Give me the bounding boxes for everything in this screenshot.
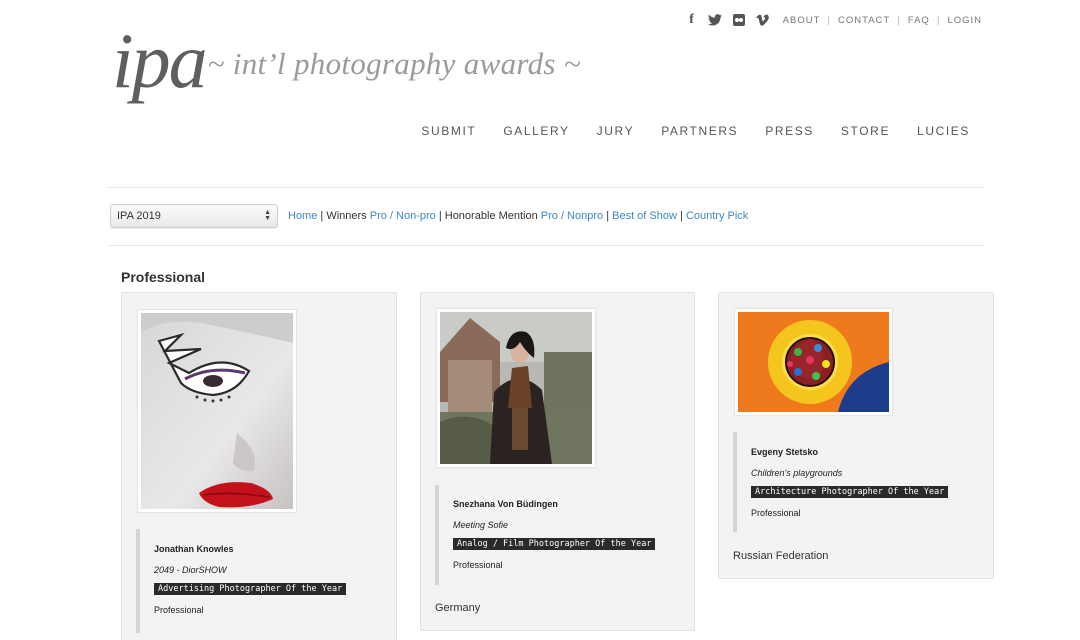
winner-card: Snezhana Von Büdingen Meeting Sofie Anal… <box>420 292 695 631</box>
filter-row: IPA 2019 ▲ ▼ Home | Winners Pro / Non-pro… <box>110 204 748 228</box>
site-logo[interactable]: ipa ~ int’l photography awards ~ <box>112 22 581 100</box>
main-nav: SUBMIT GALLERY JURY PARTNERS PRESS STORE… <box>421 124 970 138</box>
entry-title[interactable]: 2049 - DiorSHOW <box>154 565 376 575</box>
entry-title[interactable]: Meeting Sofie <box>453 520 675 530</box>
honorable-mention-label: Honorable Mention <box>444 210 538 222</box>
winner-photo-frame[interactable] <box>436 308 596 468</box>
winner-photo-frame[interactable] <box>137 309 297 513</box>
entry-category: Professional <box>751 508 801 518</box>
winner-info: Snezhana Von Büdingen Meeting Sofie Anal… <box>435 485 675 585</box>
country-pick-link[interactable]: Country Pick <box>686 210 748 222</box>
year-select-value: IPA 2019 <box>117 210 161 222</box>
separator: | <box>438 210 442 222</box>
winner-info: Evgeny Stetsko Children's playgrounds Ar… <box>733 432 973 532</box>
twitter-icon[interactable] <box>707 14 722 26</box>
winners-label: Winners <box>326 210 367 222</box>
winner-photo-frame[interactable] <box>734 308 893 416</box>
nav-partners[interactable]: PARTNERS <box>661 124 738 138</box>
utility-links: ABOUT | CONTACT | FAQ | LOGIN <box>783 15 982 26</box>
logo-tagline: ~ int’l photography awards ~ <box>207 46 581 81</box>
winner-photo <box>738 312 889 412</box>
select-arrows-icon: ▲ ▼ <box>264 209 271 222</box>
award-badge: Advertising Photographer Of the Year <box>154 583 347 595</box>
separator: | <box>606 210 610 222</box>
top-utility-bar: f ABOUT | CONTACT | FAQ | LOGIN <box>688 12 982 28</box>
nav-press[interactable]: PRESS <box>765 124 814 138</box>
logo-mark: ipa <box>112 17 208 104</box>
about-link[interactable]: ABOUT <box>783 15 821 26</box>
results-nav: Home | Winners Pro / Non-pro | Honorable… <box>288 210 748 222</box>
facebook-icon[interactable]: f <box>688 12 697 28</box>
entry-category: Professional <box>154 605 204 615</box>
divider-bottom <box>108 245 984 246</box>
best-of-show-link[interactable]: Best of Show <box>612 210 677 222</box>
nav-jury[interactable]: JURY <box>597 124 635 138</box>
winner-photo <box>440 312 592 464</box>
award-badge: Architecture Photographer Of the Year <box>751 486 949 498</box>
winner-info: Jonathan Knowles 2049 - DiorSHOW Adverti… <box>136 529 376 633</box>
winner-card: Evgeny Stetsko Children's playgrounds Ar… <box>718 292 994 579</box>
vimeo-icon[interactable] <box>755 14 769 26</box>
section-title: Professional <box>121 269 206 285</box>
honorable-pro-nonpro-link[interactable]: Pro / Nonpro <box>541 210 603 222</box>
nav-submit[interactable]: SUBMIT <box>421 124 476 138</box>
award-badge: Analog / Film Photographer Of the Year <box>453 538 656 550</box>
entry-country: Russian Federation <box>733 550 829 562</box>
nav-lucies[interactable]: LUCIES <box>917 124 970 138</box>
entry-country: Germany <box>435 602 481 614</box>
faq-link[interactable]: FAQ <box>908 15 930 26</box>
entry-title[interactable]: Children's playgrounds <box>751 468 973 478</box>
nav-store[interactable]: STORE <box>841 124 890 138</box>
divider: | <box>827 14 831 26</box>
flickr-icon[interactable] <box>732 14 745 26</box>
photographer-name[interactable]: Snezhana Von Büdingen <box>453 499 675 509</box>
photographer-name[interactable]: Evgeny Stetsko <box>751 447 973 457</box>
photographer-name[interactable]: Jonathan Knowles <box>154 544 376 554</box>
home-link[interactable]: Home <box>288 210 317 222</box>
winner-card: Jonathan Knowles 2049 - DiorSHOW Adverti… <box>121 292 397 640</box>
social-links: f <box>688 12 769 28</box>
year-select[interactable]: IPA 2019 ▲ ▼ <box>110 204 278 228</box>
winners-pro-nonpro-link[interactable]: Pro / Non-pro <box>370 210 436 222</box>
contact-link[interactable]: CONTACT <box>838 15 890 26</box>
entry-category: Professional <box>453 560 503 570</box>
separator: | <box>680 210 683 222</box>
login-link[interactable]: LOGIN <box>947 15 982 26</box>
divider: | <box>897 14 901 26</box>
divider-top <box>108 187 984 188</box>
separator: | <box>320 210 324 222</box>
nav-gallery[interactable]: GALLERY <box>503 124 569 138</box>
divider: | <box>936 14 941 26</box>
winner-photo <box>141 313 293 509</box>
